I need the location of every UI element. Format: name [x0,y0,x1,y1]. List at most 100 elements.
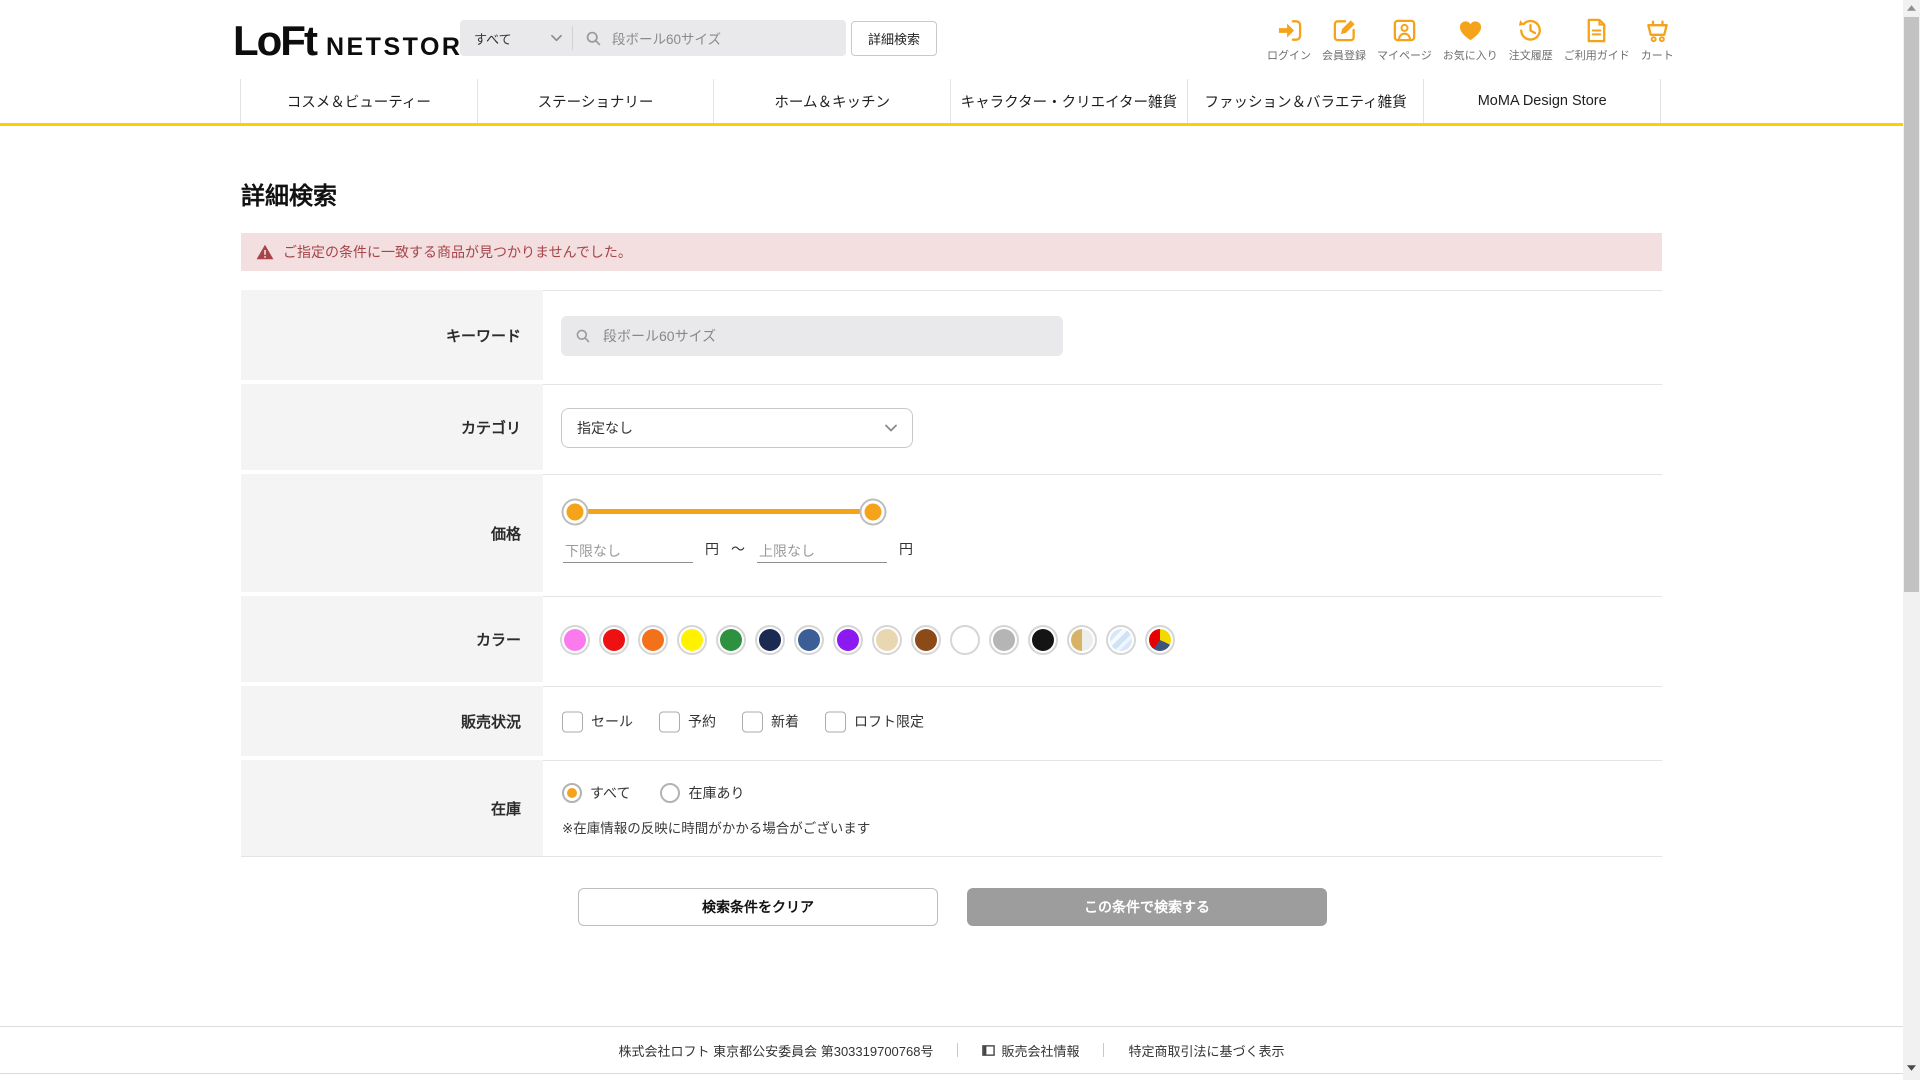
header-search-query[interactable]: 段ボール60サイズ [612,28,721,48]
brand-accent-line [0,123,1903,126]
register-icon [1331,17,1358,44]
checkbox-label: ロフト限定 [854,713,924,730]
page: LoFt NETSTORE すべて 段ボール60サイズ 詳細検索 ログイン 会員登… [0,0,1920,1080]
cart-icon [1644,17,1671,44]
stock-option[interactable]: すべて [562,783,630,803]
utility-item-cart[interactable]: カート [1641,17,1674,63]
color-swatch-black[interactable] [1028,624,1058,655]
history-icon [1517,17,1544,44]
advanced-search-form: キーワード カテゴリ 指定なし [241,290,1662,861]
utility-item-history[interactable]: 注文履歴 [1509,17,1553,63]
main-nav-item[interactable]: キャラクター・クリエイター雑貨 [950,79,1187,123]
color-swatch-clear[interactable] [1106,624,1136,655]
utility-item-label: ログイン [1267,50,1311,62]
price-slider-handle-max[interactable] [864,503,882,520]
color-swatch-multicolor[interactable] [1145,624,1175,655]
warning-icon [256,244,274,260]
color-swatch-white[interactable] [950,624,980,655]
color-swatch-gold-silver[interactable] [1067,624,1097,655]
color-swatch-gray[interactable] [989,624,1019,655]
footer-company-text: 株式会社ロフト 東京都公安委員会 第303319700768号 [618,1043,934,1059]
price-label: 価格 [241,474,543,592]
checkbox-unchecked[interactable] [742,711,763,732]
sales-status-option[interactable]: 新着 [742,711,799,732]
stock-label: 在庫 [241,760,543,856]
footer-bottom-divider [0,1073,1903,1074]
price-unit: 円 [705,541,719,557]
search-icon [575,328,591,344]
error-banner: ご指定の条件に一致する商品が見つかりませんでした。 [241,233,1662,271]
header-search-bar[interactable]: すべて 段ボール60サイズ [460,20,846,56]
radio-unselected[interactable] [660,783,681,803]
category-select[interactable]: 指定なし [561,408,913,448]
color-swatch-blue[interactable] [794,624,824,655]
form-row-price: 価格 円 ～ 円 [241,474,1662,592]
footer: 株式会社ロフト 東京都公安委員会 第303319700768号 販売会社情報 特… [0,1027,1903,1073]
login-icon [1276,17,1303,44]
color-swatch-yellow[interactable] [677,624,707,655]
main-nav-item[interactable]: MoMA Design Store [1423,79,1662,123]
price-min-input[interactable] [563,540,693,563]
color-swatch-brown[interactable] [911,624,941,655]
category-selected-value: 指定なし [577,420,633,436]
main-nav-item[interactable]: ファッション＆バラエティ雑貨 [1186,79,1424,123]
color-label: カラー [241,596,543,682]
page-title: 詳細検索 [241,183,337,210]
keyword-input-wrapper[interactable] [561,316,1063,356]
price-unit: 円 [899,541,913,557]
price-inputs: 円 ～ 円 [563,539,913,563]
price-slider-track[interactable] [566,503,882,520]
main-nav-item[interactable]: コスメ＆ビューティー [240,79,477,123]
logo-loft-text: LoFt [233,17,318,64]
main-nav-item[interactable]: ステーショナリー [476,79,714,123]
color-swatch-beige[interactable] [872,624,902,655]
price-max-input[interactable] [757,540,887,563]
utility-item-label: マイページ [1377,50,1432,62]
form-row-category: カテゴリ 指定なし [241,384,1662,470]
search-divider [572,26,573,50]
radio-label: すべて [590,785,631,801]
color-swatch-navy[interactable] [755,624,785,655]
stock-option[interactable]: 在庫あり [660,783,744,803]
advanced-search-button[interactable]: 詳細検索 [851,21,937,56]
search-category-value: すべて [474,31,512,47]
mypage-icon [1391,17,1418,44]
scrollbar-up-arrow[interactable] [1903,0,1920,16]
sales-status-option[interactable]: ロフト限定 [825,711,924,732]
search-with-conditions-button[interactable]: この条件で検索する [967,888,1327,926]
color-swatch-green[interactable] [716,624,746,655]
form-row-stock: 在庫 すべて 在庫あり ※在庫情報の反映に時間がかかる場合がございます [241,760,1662,857]
loft-logo[interactable]: LoFt NETSTORE [233,20,482,62]
color-swatch-pink[interactable] [560,624,590,655]
clear-conditions-button[interactable]: 検索条件をクリア [578,888,938,926]
error-message: ご指定の条件に一致する商品が見つかりませんでした。 [283,244,632,260]
form-row-keyword: キーワード [241,290,1662,380]
footer-separator [957,1043,959,1057]
scrollbar-thumb[interactable] [1904,17,1919,592]
price-slider-handle-min[interactable] [566,503,584,520]
footer-link-seller-info[interactable]: 販売会社情報 [982,1041,1079,1060]
utility-item-guide[interactable]: ご利用ガイド [1564,17,1630,63]
color-swatch-purple[interactable] [833,624,863,655]
main-nav-item[interactable]: ホーム＆キッチン [713,79,950,123]
utility-item-register[interactable]: 会員登録 [1322,17,1366,63]
color-swatch-orange[interactable] [638,624,668,655]
keyword-label: キーワード [241,290,543,380]
utility-item-mypage[interactable]: マイページ [1377,17,1432,63]
checkbox-unchecked[interactable] [659,711,680,732]
utility-item-login[interactable]: ログイン [1267,17,1311,63]
sales-status-option[interactable]: セール [562,711,633,732]
color-swatch-red[interactable] [599,624,629,655]
window-icon [982,1044,996,1057]
checkbox-unchecked[interactable] [825,711,846,732]
keyword-input[interactable] [601,327,1049,345]
scrollbar[interactable] [1903,0,1920,1080]
checkbox-label: 予約 [688,713,716,730]
scrollbar-down-arrow[interactable] [1903,1061,1920,1075]
footer-link-commerce-law[interactable]: 特定商取引法に基づく表示 [1128,1041,1284,1060]
search-category-select[interactable]: すべて [460,20,572,56]
checkbox-unchecked[interactable] [562,711,583,732]
utility-item-heart[interactable]: お気に入り [1443,17,1498,63]
radio-selected[interactable] [562,783,582,803]
sales-status-option[interactable]: 予約 [659,711,716,732]
